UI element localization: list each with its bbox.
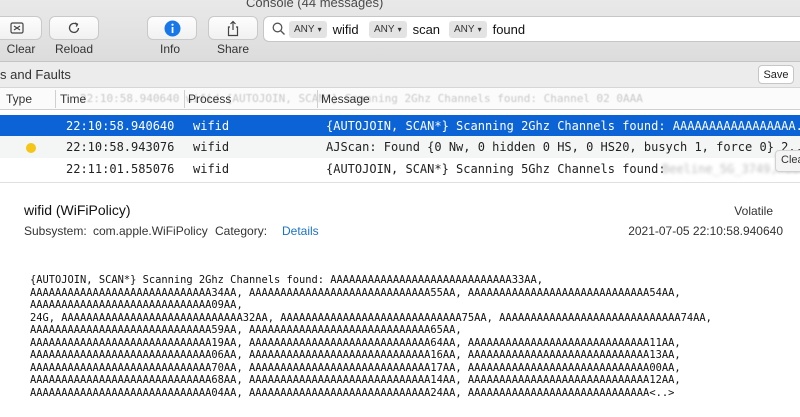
column-divider[interactable] xyxy=(55,90,56,108)
token-text: found xyxy=(492,22,526,37)
reload-label: Reload xyxy=(54,42,94,56)
details-pane: wifid (WiFiPolicy) Volatile Subsystem: c… xyxy=(0,182,800,417)
message-line: AAAAAAAAAAAAAAAAAAAAAAAAAAAAA70AA, AAAAA… xyxy=(30,361,681,374)
row-message: {AUTOJOIN, SCAN*} Scanning 2Ghz Channels… xyxy=(326,119,800,133)
token-scope-menu[interactable]: ANY ▾ xyxy=(289,21,327,38)
message-line: AAAAAAAAAAAAAAAAAAAAAAAAAAAAA04AA, AAAAA… xyxy=(30,386,675,399)
column-type[interactable]: Type xyxy=(6,92,32,106)
search-token[interactable]: ANY ▾ wifid xyxy=(289,21,359,38)
chevron-down-icon: ▾ xyxy=(397,25,402,34)
search-icon xyxy=(272,22,285,35)
message-line: {AUTOJOIN, SCAN*} Scanning 2Ghz Channels… xyxy=(30,274,543,286)
row-message: AJScan: Found {0 Nw, 0 hidden 0 HS, 0 HS… xyxy=(326,140,800,154)
token-text: wifid xyxy=(332,22,359,37)
toolbar: Console (44 messages) Clear Reload Info … xyxy=(0,0,800,62)
share-button[interactable] xyxy=(208,16,258,40)
search-token[interactable]: ANY ▾ found xyxy=(449,21,525,38)
clear-button-overlay[interactable]: Clea xyxy=(775,150,800,172)
table-row[interactable]: 22:11:01.585076 wifid {AUTOJOIN, SCAN*} … xyxy=(0,158,800,180)
share-label: Share xyxy=(216,42,250,56)
token-scope: ANY xyxy=(294,24,315,35)
column-process[interactable]: Process xyxy=(188,92,231,106)
message-line: 24G, AAAAAAAAAAAAAAAAAAAAAAAAAAAAA32AA, … xyxy=(30,311,712,324)
row-process: wifid xyxy=(193,119,230,133)
table-header: 22:10:58.940640 wifid {AUTOJOIN, SCAN*} … xyxy=(0,88,800,110)
column-time[interactable]: Time xyxy=(60,92,86,106)
message-line: AAAAAAAAAAAAAAAAAAAAAAAAAAAAA06AA, AAAAA… xyxy=(30,349,681,361)
message-line: AAAAAAAAAAAAAAAAAAAAAAAAAAAAA34AA, AAAAA… xyxy=(30,286,681,299)
details-timestamp: 2021-07-05 22:10:58.940640 xyxy=(628,224,783,238)
info-label: Info xyxy=(159,42,180,56)
subsystem-label: Subsystem: xyxy=(24,224,87,238)
token-scope-menu[interactable]: ANY ▾ xyxy=(369,21,407,38)
errors-and-faults-label[interactable]: s and Faults xyxy=(0,67,71,82)
table-row[interactable]: 22:10:58.943076 wifid AJScan: Found {0 N… xyxy=(0,136,800,158)
save-button[interactable]: Save xyxy=(758,65,794,84)
token-scope-menu[interactable]: ANY ▾ xyxy=(449,21,487,38)
message-line: AAAAAAAAAAAAAAAAAAAAAAAAAAAAA68AA, AAAAA… xyxy=(30,374,681,386)
token-scope: ANY xyxy=(374,24,395,35)
subsystem-value: com.apple.WiFiPolicy xyxy=(93,224,208,238)
reload-icon xyxy=(68,22,80,34)
row-process: wifid xyxy=(193,162,230,176)
errors-faults-bar: s and Faults Save xyxy=(0,62,800,88)
column-message[interactable]: Message xyxy=(321,92,370,106)
message-line: AAAAAAAAAAAAAAAAAAAAAAAAAAAAA09AA, xyxy=(30,299,243,311)
token-text: scan xyxy=(412,22,441,37)
warning-dot-icon xyxy=(26,143,36,153)
details-title: wifid (WiFiPolicy) xyxy=(24,202,131,218)
search-token[interactable]: ANY ▾ scan xyxy=(369,21,440,38)
row-time: 22:11:01.585076 xyxy=(66,162,175,176)
row-process: wifid xyxy=(193,140,230,154)
token-scope: ANY xyxy=(454,24,475,35)
column-divider[interactable] xyxy=(184,90,185,108)
message-body: {AUTOJOIN, SCAN*} Scanning 2Ghz Channels… xyxy=(30,274,790,399)
info-icon xyxy=(164,20,180,36)
row-message: {AUTOJOIN, SCAN*} Scanning 5Ghz Channels… xyxy=(326,162,666,176)
reload-button[interactable] xyxy=(49,16,99,40)
category-label: Category: xyxy=(215,224,268,238)
clear-icon xyxy=(10,22,24,34)
message-line: AAAAAAAAAAAAAAAAAAAAAAAAAAAAA19AA, AAAAA… xyxy=(30,336,681,349)
window-title: Console (44 messages) xyxy=(246,0,384,10)
column-divider[interactable] xyxy=(317,90,318,108)
info-button[interactable] xyxy=(147,16,197,40)
volatile-label: Volatile xyxy=(734,204,773,218)
share-icon xyxy=(227,20,239,36)
message-line: AAAAAAAAAAAAAAAAAAAAAAAAAAAAA59AA, AAAAA… xyxy=(30,324,462,336)
search-field[interactable]: ANY ▾ wifid ANY ▾ scan ANY ▾ found xyxy=(263,16,800,42)
table-row[interactable]: 22:10:58.940640 wifid {AUTOJOIN, SCAN*} … xyxy=(0,115,800,137)
row-time: 22:10:58.943076 xyxy=(66,140,175,154)
chevron-down-icon: ▾ xyxy=(477,25,482,34)
chevron-down-icon: ▾ xyxy=(317,25,322,34)
clear-button[interactable] xyxy=(0,16,42,40)
details-link[interactable]: Details xyxy=(282,224,319,238)
row-time: 22:10:58.940640 xyxy=(66,119,175,133)
